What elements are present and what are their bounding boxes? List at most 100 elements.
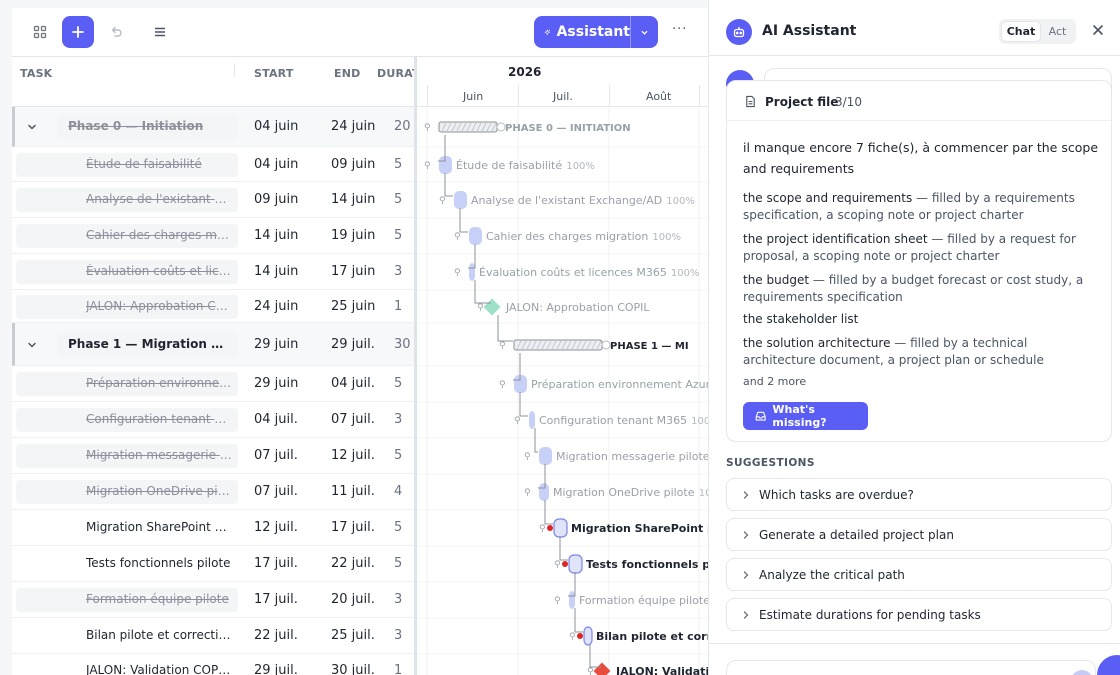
task-duration[interactable]: 5 [394,556,402,571]
task-row[interactable]: Analyse de l'existant Exe... 09 juin 14 ju… [12,182,414,218]
link-icon[interactable]: ⚲ [539,524,546,534]
assistant-button[interactable]: Assistant [534,16,658,48]
task-row[interactable]: Migration SharePoint pilo... 12 juil. 17 j… [12,510,414,546]
link-icon[interactable]: ⚲ [587,667,594,675]
task-start-date[interactable]: 17 juil. [254,592,298,607]
suggestion-item[interactable]: Estimate durations for pending tasks [726,598,1112,631]
task-start-date[interactable]: 04 juil. [254,412,298,427]
task-duration[interactable]: 30 [394,337,411,352]
task-bar[interactable] [529,411,535,429]
task-end-date[interactable]: 24 juin [331,119,375,134]
link-icon[interactable]: ⚲ [424,161,431,171]
link-icon[interactable]: ⚲ [424,123,431,133]
list-view-button[interactable] [144,16,176,48]
link-icon[interactable]: ⚲ [439,196,446,206]
task-bar[interactable] [539,447,552,465]
task-end-date[interactable]: 25 juil. [331,628,375,643]
task-start-date[interactable]: 22 juil. [254,628,298,643]
task-row[interactable]: Tests fonctionnels pilote 17 juil. 22 juil… [12,546,414,582]
task-name[interactable]: Phase 0 — Initiation [68,119,203,133]
task-end-date[interactable]: 11 juil. [331,484,375,499]
phase-end-handle[interactable] [496,122,506,132]
link-icon[interactable]: ⚲ [569,632,576,642]
task-end-date[interactable]: 12 juil. [331,448,375,463]
task-name[interactable]: Formation équipe pilote [86,592,229,606]
task-duration[interactable]: 5 [394,448,402,463]
task-row[interactable]: Configuration tenant M3... 04 juil. 07 jui… [12,402,414,438]
task-end-date[interactable]: 04 juil. [331,376,375,391]
chat-input[interactable] [726,660,1096,675]
assistant-dropdown-toggle[interactable] [630,16,658,48]
task-end-date[interactable]: 07 juil. [331,412,375,427]
task-duration[interactable]: 5 [394,192,402,207]
whats-missing-button[interactable]: What's missing? [743,402,868,430]
milestone-diamond[interactable] [593,662,611,675]
assistant-button-main[interactable]: Assistant [534,16,630,48]
task-bar[interactable] [469,227,482,245]
task-start-date[interactable]: 09 juin [254,192,298,207]
task-start-date[interactable]: 04 juin [254,157,298,172]
link-icon[interactable]: ⚲ [524,488,531,498]
task-duration[interactable]: 3 [394,264,402,279]
task-bar[interactable] [454,191,467,209]
milestone-diamond[interactable] [483,298,501,316]
task-row[interactable]: Bilan pilote et corrections 22 juil. 25 ju… [12,618,414,654]
col-header-task[interactable]: TASK [20,67,52,80]
col-header-start[interactable]: START [254,67,294,80]
task-end-date[interactable]: 20 juil. [331,592,375,607]
task-name[interactable]: Migration OneDrive pilote [86,484,232,498]
task-row[interactable]: JALON: Validation COPIL... 29 juil. 30 jui… [12,654,414,675]
task-duration[interactable]: 20 [394,119,411,134]
task-name[interactable]: Évaluation coûts et licen... [86,264,232,278]
task-name[interactable]: Tests fonctionnels pilote [86,556,231,570]
task-start-date[interactable]: 04 juin [254,119,298,134]
task-bar[interactable] [553,518,568,538]
link-icon[interactable]: ⚲ [499,341,506,351]
task-row[interactable]: Migration OneDrive pilote 07 juil. 11 juil… [12,474,414,510]
link-icon[interactable]: ⚲ [499,380,506,390]
task-name[interactable]: Bilan pilote et corrections [86,628,232,642]
task-start-date[interactable]: 07 juil. [254,484,298,499]
task-row[interactable]: Formation équipe pilote 17 juil. 20 juil. 3 [12,582,414,618]
task-end-date[interactable]: 25 juin [331,299,375,314]
task-duration[interactable]: 5 [394,157,402,172]
task-end-date[interactable]: 14 juin [331,192,375,207]
phase-row[interactable]: Phase 1 — Migration pilote ... 29 juin 29 … [12,323,414,366]
suggestion-item[interactable]: Analyze the critical path [726,558,1112,591]
add-task-button[interactable] [62,16,94,48]
link-icon[interactable]: ⚲ [514,416,521,426]
task-row[interactable]: Étude de faisabilité 04 juin 09 juin 5 [12,147,414,182]
task-bar[interactable] [569,591,575,609]
col-header-end[interactable]: END [334,67,360,80]
undo-button[interactable] [100,16,132,48]
suggestion-item[interactable]: Which tasks are overdue? [726,478,1112,511]
task-end-date[interactable]: 09 juin [331,157,375,172]
link-icon[interactable]: ⚲ [454,232,461,242]
task-name[interactable]: JALON: Approbation CO... [86,299,232,313]
phase-end-handle[interactable] [601,340,611,350]
task-duration[interactable]: 3 [394,592,402,607]
grid-view-button[interactable] [24,16,56,48]
task-start-date[interactable]: 29 juin [254,337,298,352]
task-name[interactable]: Configuration tenant M3... [86,412,232,426]
mode-act-tab[interactable]: Act [1041,21,1074,42]
task-row[interactable]: Préparation environneme... 29 juin 04 juil… [12,366,414,402]
task-row[interactable]: Cahier des charges migr... 14 juin 19 juin… [12,218,414,254]
task-name[interactable]: Cahier des charges migr... [86,228,232,242]
chevron-down-icon[interactable] [26,121,38,133]
task-name[interactable]: Préparation environneme... [86,376,232,390]
task-start-date[interactable]: 17 juil. [254,556,298,571]
task-start-date[interactable]: 14 juin [254,228,298,243]
task-start-date[interactable]: 12 juil. [254,520,298,535]
task-duration[interactable]: 4 [394,484,402,499]
mode-chat-tab[interactable]: Chat [1001,21,1041,42]
task-end-date[interactable]: 17 juil. [331,520,375,535]
task-end-date[interactable]: 19 juin [331,228,375,243]
task-duration[interactable]: 3 [394,628,402,643]
task-start-date[interactable]: 14 juin [254,264,298,279]
task-bar[interactable] [469,263,475,281]
task-end-date[interactable]: 30 juil. [331,663,375,675]
link-icon[interactable]: ⚲ [477,303,484,313]
task-duration[interactable]: 1 [394,299,402,314]
link-icon[interactable]: ⚲ [554,560,561,570]
